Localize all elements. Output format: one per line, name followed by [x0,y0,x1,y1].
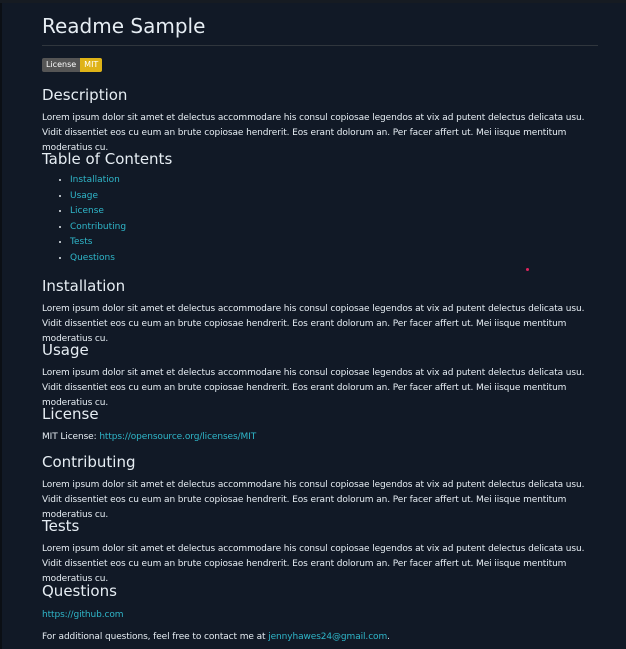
badge-label: License [42,58,81,72]
badge-value: MIT [80,58,103,72]
section-license: License MIT License: https://opensource.… [42,404,598,445]
email-link[interactable]: jennyhawes24@gmail.com [268,632,387,642]
contact-prefix: For additional questions, feel free to c… [42,632,269,642]
section-description: Description Lorem ipsum dolor sit amet e… [42,85,598,156]
section-questions: Questions https://github.com For additio… [42,581,598,645]
toc-link-usage[interactable]: Usage [70,191,98,201]
contact-suffix: . [387,632,390,642]
toc-link-license[interactable]: License [70,206,104,216]
toc-item: Installation [70,173,598,189]
toc-item: Questions [70,251,598,267]
license-prefix: MIT License: [42,432,100,442]
toc-link-questions[interactable]: Questions [70,253,115,263]
contact-line: For additional questions, feel free to c… [42,630,598,645]
github-link[interactable]: https://github.com [42,610,124,620]
heading-toc: Table of Contents [42,150,173,168]
heading-description: Description [42,86,128,104]
section-installation: Installation Lorem ipsum dolor sit amet … [42,276,598,347]
section-tests: Tests Lorem ipsum dolor sit amet et dele… [42,516,598,587]
toc-item: Tests [70,235,598,251]
heading-contributing: Contributing [42,453,136,471]
toc-link-contributing[interactable]: Contributing [70,222,126,232]
toc-link-tests[interactable]: Tests [70,237,92,247]
heading-license: License [42,405,99,423]
readme-content: Readme Sample License MIT Description Lo… [42,13,598,642]
heading-questions: Questions [42,582,117,600]
section-toc: Table of Contents Installation Usage Lic… [42,149,598,267]
toc-item: License [70,204,598,220]
heading-tests: Tests [42,517,80,535]
toc-item: Usage [70,189,598,205]
toc-item: Contributing [70,220,598,236]
license-link[interactable]: https://opensource.org/licenses/MIT [99,432,256,442]
heading-installation: Installation [42,277,126,295]
readme-page: Readme Sample License MIT Description Lo… [0,3,626,649]
license-badge[interactable]: License MIT [42,58,103,72]
section-contributing: Contributing Lorem ipsum dolor sit amet … [42,452,598,523]
toc-list: Installation Usage License Contributing … [42,173,598,267]
toc-link-installation[interactable]: Installation [70,175,120,185]
section-usage: Usage Lorem ipsum dolor sit amet et dele… [42,340,598,411]
github-line: https://github.com [42,608,598,623]
heading-usage: Usage [42,341,89,359]
cursor-dot [526,268,529,271]
page-title: Readme Sample [42,13,598,46]
license-text: MIT License: https://opensource.org/lice… [42,430,598,445]
